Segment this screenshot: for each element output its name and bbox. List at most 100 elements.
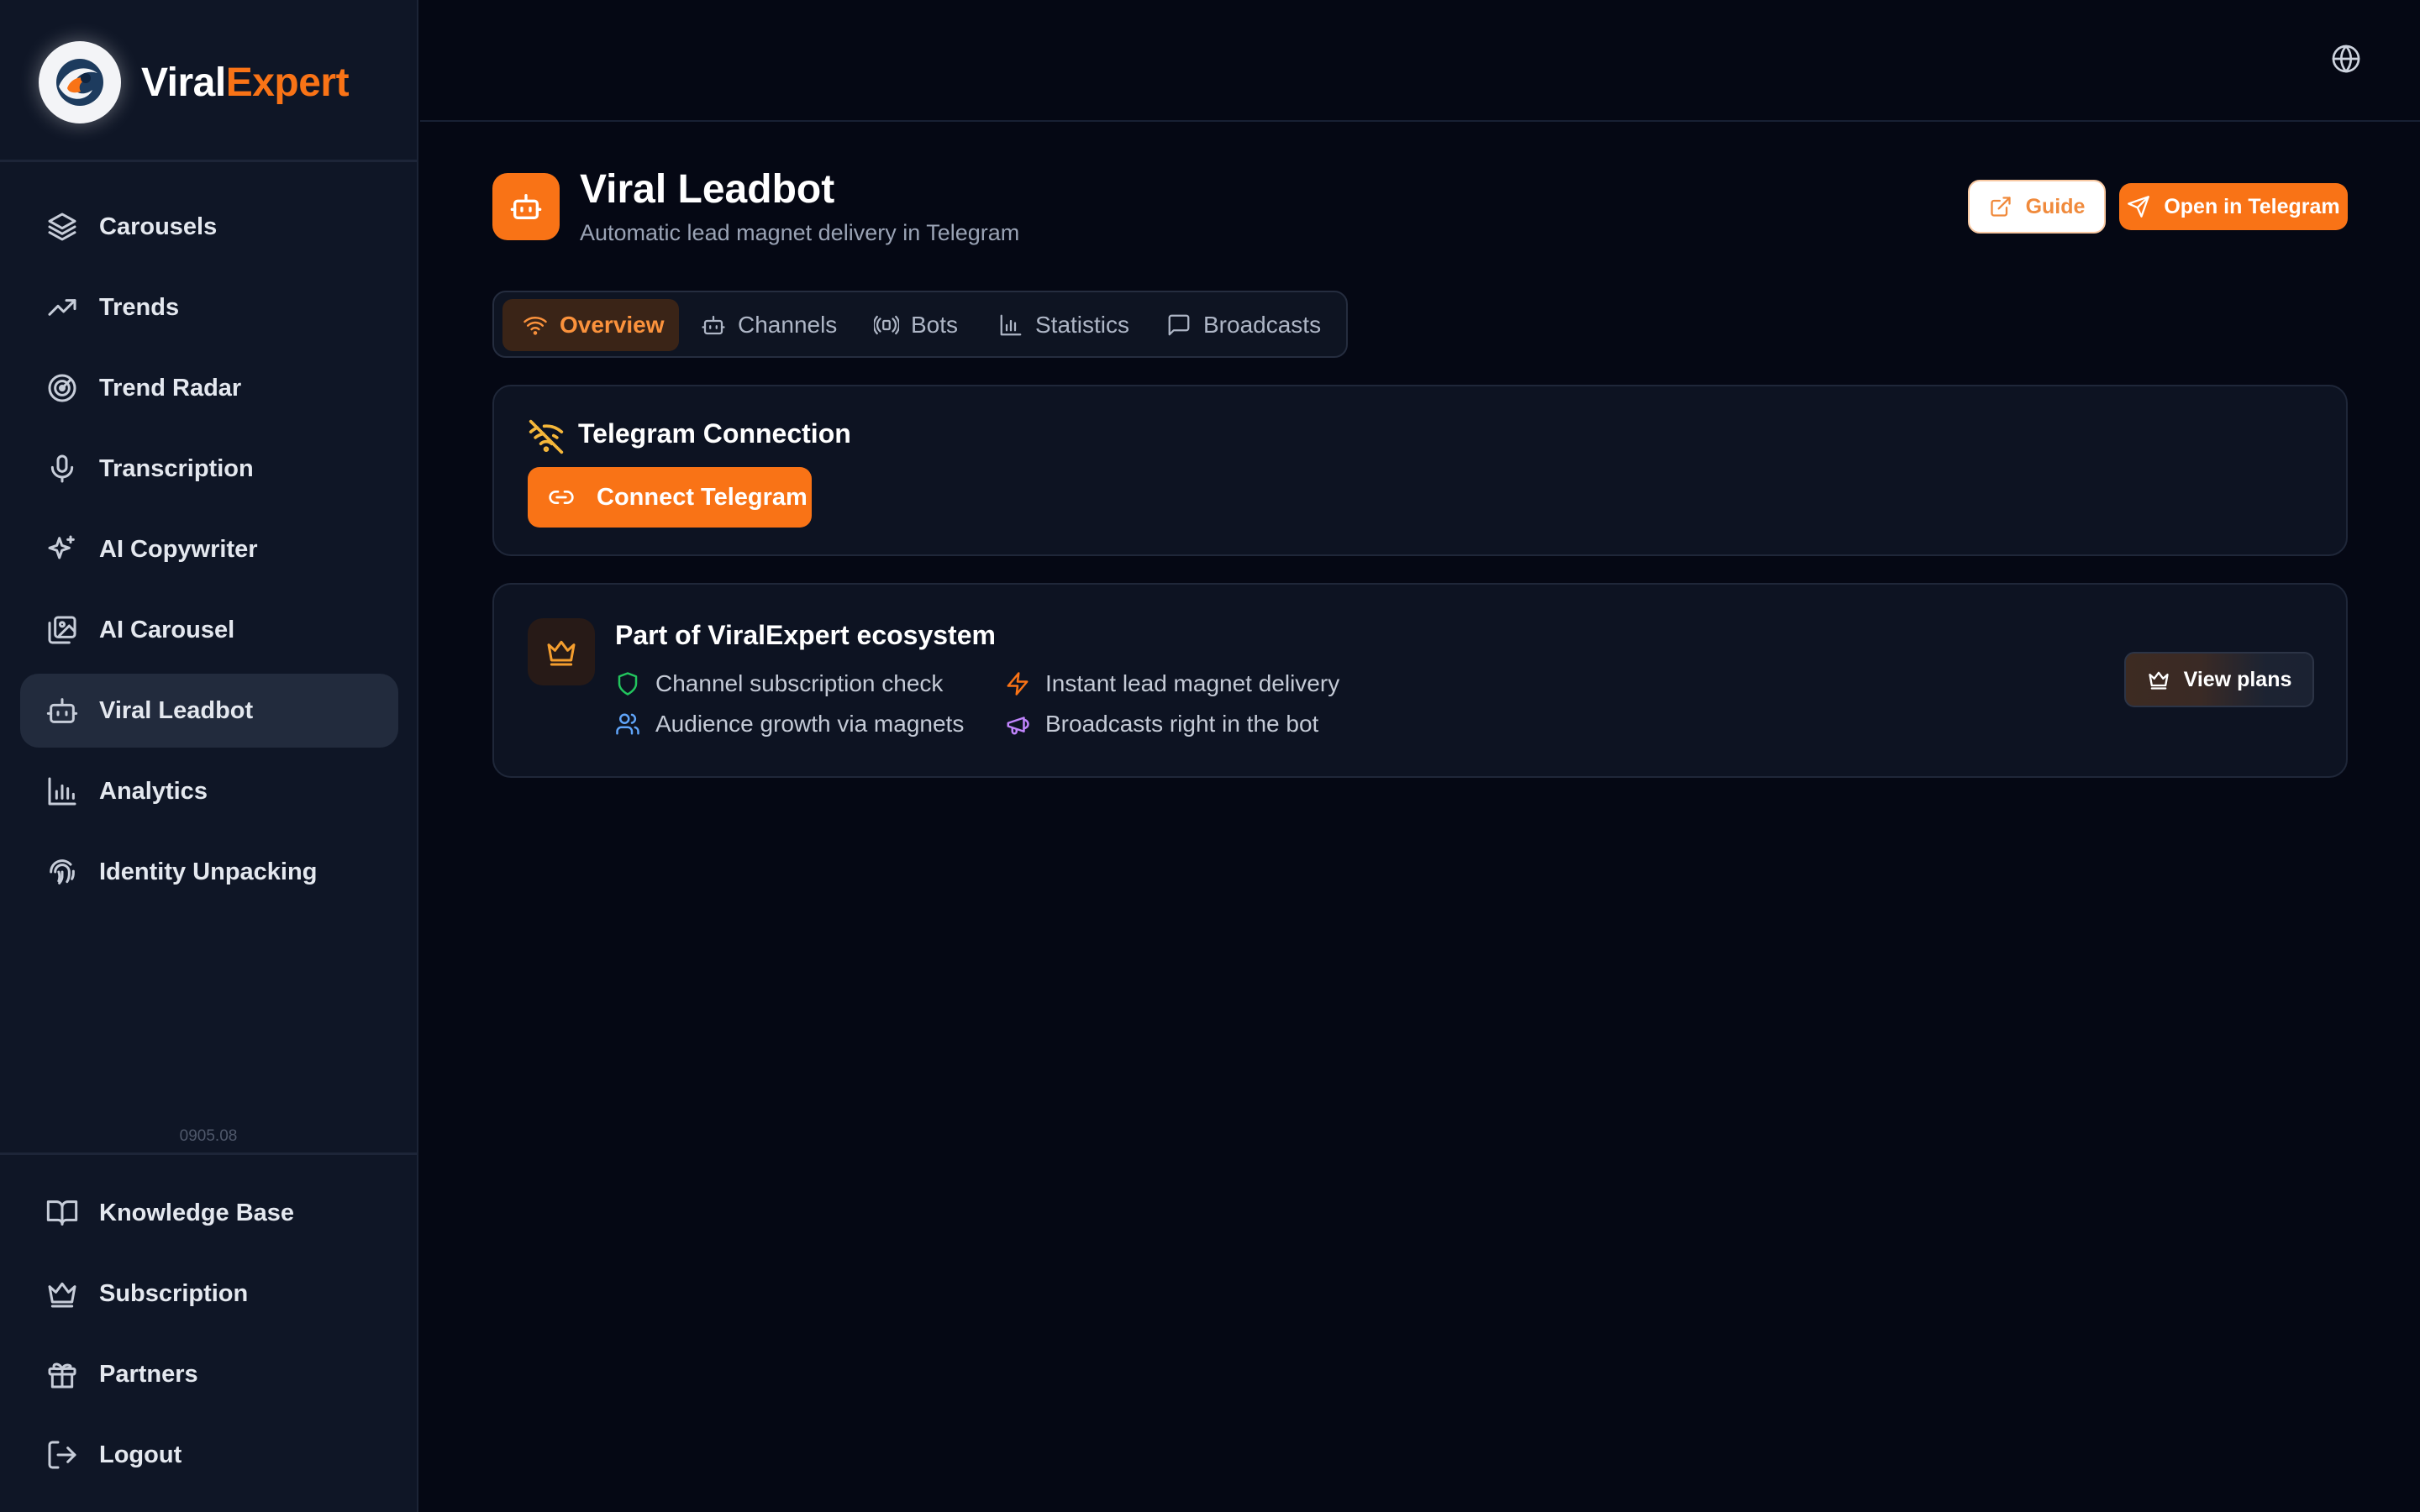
bar-chart-icon [1000,314,1022,336]
tab-label: Channels [738,312,838,338]
feature-label: Channel subscription check [655,670,944,696]
sidebar-item-label: Trends [99,293,180,321]
sidebar-item-label: AI Copywriter [99,535,258,563]
telegram-connection-title: Telegram Connection [578,418,851,449]
radar-icon [48,374,76,402]
sidebar-item-label: AI Carousel [99,616,235,643]
sidebar-item-label: Trend Radar [99,374,242,402]
logout-icon [48,1441,76,1469]
book-icon [46,1200,78,1226]
sidebar-item-label: Analytics [99,777,208,805]
view-plans-label: View plans [2183,667,2292,691]
sidebar-divider [0,1152,417,1155]
crown-icon [2148,671,2169,690]
connect-telegram-label: Connect Telegram [597,483,808,511]
link-icon [549,491,574,504]
ecosystem-icon [528,618,595,685]
brand-name-part2: Expert [225,60,350,105]
feature-item: Audience growth via magnets [615,711,964,738]
sidebar-item-knowledge-base[interactable]: Knowledge Base [20,1176,398,1250]
sidebar-item-label: Logout [99,1441,182,1468]
guide-button-label: Guide [2025,194,2086,218]
guide-button[interactable]: Guide [1968,180,2106,234]
page-title: Viral Leadbot [580,167,835,212]
open-in-telegram-label: Open in Telegram [2164,194,2340,218]
brand-name-part1: Viral [141,60,226,105]
feature-label: Audience growth via magnets [655,711,965,737]
feature-item: Broadcasts right in the bot [1005,711,1318,738]
sparkles-icon [48,535,75,559]
sidebar-nav: Carousels Trends Trend Radar Transcripti… [20,190,398,916]
brand[interactable]: ViralExpert [39,40,350,124]
brand-logo [39,41,121,123]
sidebar-item-logout[interactable]: Logout [20,1418,398,1492]
shield-icon [618,672,638,696]
tab-label: Broadcasts [1203,312,1322,338]
feature-item: Instant lead magnet delivery [1005,670,1339,697]
tab-label: Statistics [1035,312,1130,338]
tab-statistics[interactable]: Statistics [998,299,1129,351]
connect-telegram-button[interactable]: Connect Telegram [528,467,812,528]
wave-logo-icon [56,59,103,106]
ecosystem-card: Part of ViralExpert ecosystem Channel su… [492,583,2348,778]
sidebar-item-transcription[interactable]: Transcription [20,432,398,506]
megaphone-icon [1007,717,1029,735]
sidebar-item-subscription[interactable]: Subscription [20,1257,398,1331]
feature-label: Instant lead magnet delivery [1045,670,1340,696]
tab-label: Overview [560,312,665,338]
sidebar-item-identity-unpacking[interactable]: Identity Unpacking [20,835,398,909]
sidebar-item-ai-copywriter[interactable]: AI Copywriter [20,512,398,586]
images-icon [48,616,76,644]
topbar-divider [420,120,2420,122]
sidebar-item-analytics[interactable]: Analytics [20,754,398,828]
wifi-off-icon [529,419,564,454]
tab-bar: Overview Channels Bots Statistics Broadc… [492,291,1348,358]
bot-icon [46,698,78,723]
tab-broadcasts[interactable]: Broadcasts [1166,299,1321,351]
gift-icon [48,1362,76,1389]
tab-channels[interactable]: Channels [701,299,837,351]
layers-icon [48,213,76,241]
sidebar-bottom-nav: Knowledge Base Subscription Partners Log… [20,1176,398,1499]
bot-icon [510,194,542,219]
page-icon [492,173,560,240]
sidebar-item-ai-carousel[interactable]: AI Carousel [20,593,398,667]
feature-label: Broadcasts right in the bot [1045,711,1319,737]
fingerprint-icon [50,859,75,885]
tab-bots[interactable]: Bots [874,299,958,351]
brand-name: ViralExpert [141,60,350,106]
page-subtitle: Automatic lead magnet delivery in Telegr… [580,220,1020,245]
sidebar-item-viral-leadbot[interactable]: Viral Leadbot [20,674,398,748]
sidebar-item-label: Partners [99,1360,198,1388]
users-icon [616,713,639,735]
sidebar-item-label: Transcription [99,454,254,482]
sidebar-divider [0,160,417,162]
external-link-icon [1990,197,2011,217]
view-plans-button[interactable]: View plans [2124,652,2314,707]
ecosystem-title: Part of ViralExpert ecosystem [615,620,996,650]
sidebar-item-trend-radar[interactable]: Trend Radar [20,351,398,425]
sidebar: ViralExpert Carousels Trends Trend Radar… [0,0,418,1512]
sidebar-item-label: Carousels [99,213,218,240]
message-icon [1168,314,1190,336]
zap-icon [1007,672,1028,696]
sidebar-item-carousels[interactable]: Carousels [20,190,398,264]
telegram-connection-card: Telegram Connection Connect Telegram [492,385,2348,556]
sidebar-item-trends[interactable]: Trends [20,270,398,344]
sidebar-item-partners[interactable]: Partners [20,1337,398,1411]
send-icon [2128,196,2150,218]
tab-overview[interactable]: Overview [502,299,679,351]
globe-icon[interactable] [2331,44,2361,74]
crown-icon [547,640,576,666]
microphone-icon [50,454,74,483]
bot-icon [702,315,725,335]
wifi-icon [523,316,547,335]
sidebar-item-label: Viral Leadbot [99,696,254,724]
app-version: 0905.08 [179,1127,238,1145]
feature-item: Channel subscription check [615,670,943,697]
crown-icon [48,1282,76,1308]
open-in-telegram-button[interactable]: Open in Telegram [2119,183,2348,230]
broadcast-icon [874,315,899,335]
sidebar-item-label: Knowledge Base [99,1199,295,1226]
trending-up-icon [48,299,76,316]
